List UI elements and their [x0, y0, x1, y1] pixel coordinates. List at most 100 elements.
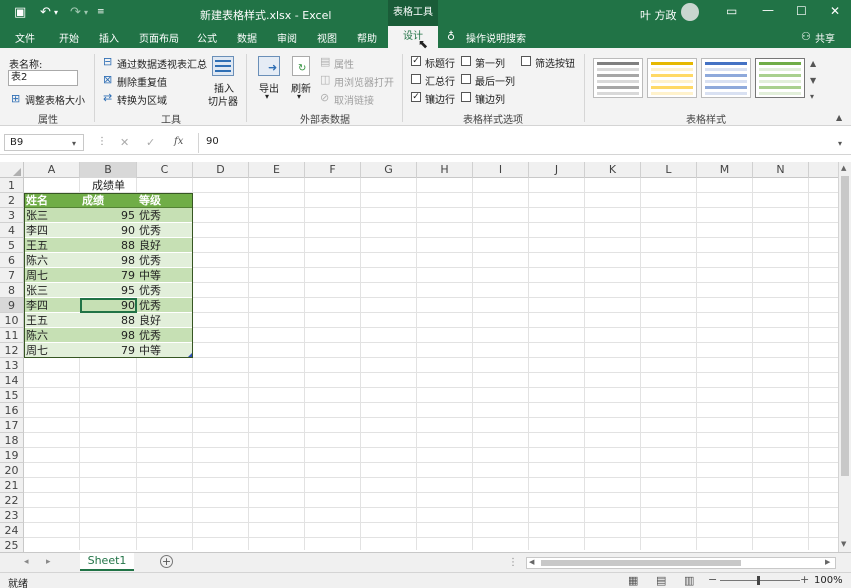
table-style-green-selected[interactable] [755, 58, 805, 98]
resize-table-button[interactable]: 调整表格大小 [25, 92, 85, 107]
table-cell[interactable]: 95 [80, 208, 137, 223]
row-header-17[interactable]: 17 [0, 418, 24, 433]
formula-input[interactable]: 90 [206, 136, 219, 147]
table-cell[interactable]: 95 [80, 283, 137, 298]
row-header-5[interactable]: 5 [0, 238, 24, 253]
column-header-b[interactable]: B [80, 162, 137, 178]
table-style-blue[interactable] [701, 58, 751, 98]
column-header-h[interactable]: H [417, 162, 473, 178]
table-cell[interactable]: 优秀 [137, 328, 193, 343]
last-column-checkbox[interactable] [461, 74, 471, 84]
row-header-25[interactable]: 25 [0, 538, 24, 553]
column-header-e[interactable]: E [249, 162, 305, 178]
horizontal-scrollbar[interactable]: ◀ ▶ [526, 557, 836, 569]
column-header-d[interactable]: D [193, 162, 249, 178]
column-header-m[interactable]: M [697, 162, 753, 178]
table-cell[interactable]: 王五 [24, 313, 80, 328]
row-header-23[interactable]: 23 [0, 508, 24, 523]
row-header-8[interactable]: 8 [0, 283, 24, 298]
normal-view-icon[interactable]: ▦ [628, 574, 638, 587]
table-cell[interactable]: 李四 [24, 298, 80, 313]
row-header-4[interactable]: 4 [0, 223, 24, 238]
table-cell[interactable]: 周七 [24, 268, 80, 283]
share-button[interactable]: 共享 [815, 30, 835, 45]
vertical-scroll-thumb[interactable] [841, 176, 849, 476]
table-header-cell[interactable]: 成绩 [80, 193, 137, 208]
column-header-g[interactable]: G [361, 162, 417, 178]
row-header-21[interactable]: 21 [0, 478, 24, 493]
tell-me-search[interactable]: 操作说明搜索 [466, 30, 526, 45]
styles-scroll-down-icon[interactable]: ▼ [810, 74, 816, 87]
tab-design[interactable]: 设计 [388, 26, 438, 48]
refresh-dropdown-icon[interactable]: ▾ [297, 92, 301, 101]
row-header-6[interactable]: 6 [0, 253, 24, 268]
maximize-icon[interactable]: ☐ [796, 5, 807, 18]
table-cell[interactable]: 98 [80, 328, 137, 343]
table-cell[interactable]: 98 [80, 253, 137, 268]
column-header-a[interactable]: A [24, 162, 80, 178]
table-cell[interactable]: 79 [80, 268, 137, 283]
table-cell[interactable]: 优秀 [137, 208, 193, 223]
table-cell[interactable]: 88 [80, 238, 137, 253]
redo-dropdown-icon[interactable]: ▾ [84, 6, 88, 19]
undo-dropdown-icon[interactable]: ▾ [54, 6, 58, 19]
table-cell[interactable]: 79 [80, 343, 137, 358]
table-cell[interactable]: 良好 [137, 238, 193, 253]
row-header-24[interactable]: 24 [0, 523, 24, 538]
tab-page-layout[interactable]: 页面布局 [139, 30, 179, 45]
total-row-checkbox[interactable] [411, 74, 421, 84]
insert-function-icon[interactable]: fx [174, 136, 183, 147]
header-row-checkbox[interactable]: ✓ [411, 56, 421, 66]
column-header-c[interactable]: C [137, 162, 193, 178]
active-cell[interactable]: 90 [80, 298, 137, 313]
row-header-11[interactable]: 11 [0, 328, 24, 343]
save-icon[interactable]: ▣ [14, 6, 26, 19]
row-header-20[interactable]: 20 [0, 463, 24, 478]
styles-more-icon[interactable]: ▾ [810, 90, 814, 103]
insert-slicer-label[interactable]: 切片器 [208, 93, 238, 108]
tab-formulas[interactable]: 公式 [197, 30, 217, 45]
table-cell[interactable]: 陈六 [24, 328, 80, 343]
row-header-1[interactable]: 1 [0, 178, 24, 193]
scroll-up-icon[interactable]: ▲ [841, 164, 846, 172]
table-title-cell[interactable]: 成绩单 [24, 178, 193, 193]
table-resize-handle[interactable] [188, 353, 192, 357]
styles-scroll-up-icon[interactable]: ▲ [810, 57, 816, 70]
scroll-down-icon[interactable]: ▼ [841, 540, 846, 548]
open-in-browser-button[interactable]: 用浏览器打开 [334, 74, 394, 89]
table-cell[interactable]: 88 [80, 313, 137, 328]
next-sheet-icon[interactable]: ▸ [46, 557, 51, 567]
table-cell[interactable]: 中等 [137, 268, 193, 283]
redo-icon[interactable]: ↷ [70, 6, 81, 19]
export-dropdown-icon[interactable]: ▾ [265, 92, 269, 101]
table-cell[interactable]: 优秀 [137, 283, 193, 298]
table-cell[interactable]: 良好 [137, 313, 193, 328]
table-style-gold[interactable] [647, 58, 697, 98]
page-break-view-icon[interactable]: ▥ [684, 574, 694, 587]
page-layout-view-icon[interactable]: ▤ [656, 574, 666, 587]
filter-button-checkbox[interactable] [521, 56, 531, 66]
banded-rows-checkbox[interactable]: ✓ [411, 92, 421, 102]
sheet-tab-sheet1[interactable]: Sheet1 [80, 553, 134, 571]
table-cell[interactable]: 陈六 [24, 253, 80, 268]
row-header-12[interactable]: 12 [0, 343, 24, 358]
table-name-input[interactable]: 表2 [8, 70, 78, 86]
table-cell[interactable]: 张三 [24, 283, 80, 298]
ribbon-display-icon[interactable]: ▭ [726, 5, 737, 18]
table-cell[interactable]: 中等 [137, 343, 193, 358]
select-all-corner[interactable] [0, 162, 24, 178]
scroll-left-icon[interactable]: ◀ [529, 558, 534, 566]
table-cell[interactable]: 优秀 [137, 253, 193, 268]
zoom-slider-handle[interactable] [757, 576, 760, 585]
row-header-19[interactable]: 19 [0, 448, 24, 463]
tab-split-icon[interactable]: ⋮ [508, 557, 518, 568]
properties-button[interactable]: 属性 [334, 56, 354, 71]
row-header-13[interactable]: 13 [0, 358, 24, 373]
expand-formula-bar-icon[interactable]: ▾ [838, 137, 842, 150]
avatar[interactable] [681, 3, 699, 21]
table-style-gray[interactable] [593, 58, 643, 98]
tab-file[interactable]: 文件 [15, 30, 35, 45]
table-cell[interactable]: 90 [80, 223, 137, 238]
column-header-j[interactable]: J [529, 162, 585, 178]
tab-view[interactable]: 视图 [317, 30, 337, 45]
